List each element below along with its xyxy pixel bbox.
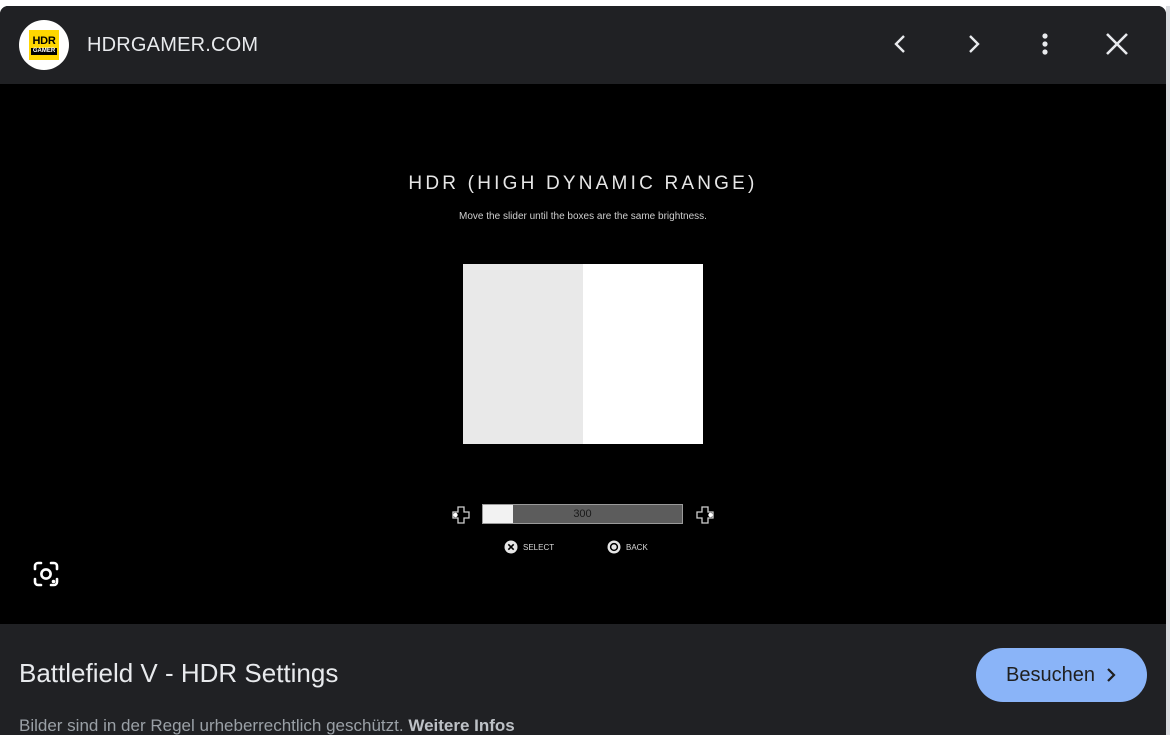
preview-header: HDR GAMER HDRGAMER.COM (0, 6, 1166, 84)
back-control-hint: BACK (607, 540, 648, 554)
image-viewer[interactable]: HDR (HIGH DYNAMIC RANGE) Move the slider… (0, 84, 1166, 624)
close-icon (1106, 33, 1128, 55)
chevron-right-icon (1107, 668, 1116, 682)
back-label: BACK (626, 542, 648, 552)
select-control-hint: SELECT (504, 540, 554, 554)
visit-button-label: Besuchen (1006, 663, 1095, 686)
site-favicon[interactable]: HDR GAMER (19, 20, 69, 70)
screenshot-title: HDR (HIGH DYNAMIC RANGE) (408, 173, 758, 194)
favicon-hdr-text: HDR (32, 34, 56, 47)
visit-button[interactable]: Besuchen (976, 648, 1147, 702)
preview-footer: Battlefield V - HDR Settings Besuchen Bi… (0, 624, 1166, 735)
favicon-gamer-text: GAMER (30, 47, 58, 55)
close-button[interactable] (1094, 21, 1140, 67)
copyright-text: Bilder sind in der Regel urheberrechtlic… (19, 716, 409, 735)
scrollbar[interactable] (1166, 6, 1170, 735)
chevron-left-icon (894, 35, 905, 53)
copyright-notice: Bilder sind in der Regel urheberrechtlic… (19, 716, 515, 735)
brightness-comparison-boxes (463, 264, 703, 444)
more-options-button[interactable] (1022, 21, 1068, 67)
dpad-left-icon (452, 506, 470, 524)
image-title[interactable]: Battlefield V - HDR Settings (19, 658, 338, 689)
chevron-right-icon (969, 35, 980, 53)
next-button[interactable] (950, 21, 996, 67)
image-preview-panel: HDR GAMER HDRGAMER.COM HDR (HIGH DYNAMIC… (0, 6, 1166, 735)
circle-button-icon (607, 540, 621, 554)
more-info-link[interactable]: Weitere Infos (408, 716, 514, 735)
right-brightness-box (583, 264, 703, 444)
left-brightness-box (463, 264, 583, 444)
brightness-slider: 300 (482, 504, 683, 524)
screenshot-instruction: Move the slider until the boxes are the … (459, 211, 707, 222)
cross-button-icon (504, 540, 518, 554)
google-lens-icon (33, 561, 59, 587)
select-label: SELECT (523, 542, 555, 552)
more-vert-icon (1042, 33, 1048, 55)
previous-button[interactable] (878, 21, 924, 67)
slider-value: 300 (573, 508, 592, 520)
lens-search-button[interactable] (30, 558, 62, 590)
dpad-right-icon (696, 506, 714, 524)
favicon-logo: HDR GAMER (29, 30, 59, 60)
site-name-link[interactable]: HDRGAMER.COM (87, 34, 258, 57)
